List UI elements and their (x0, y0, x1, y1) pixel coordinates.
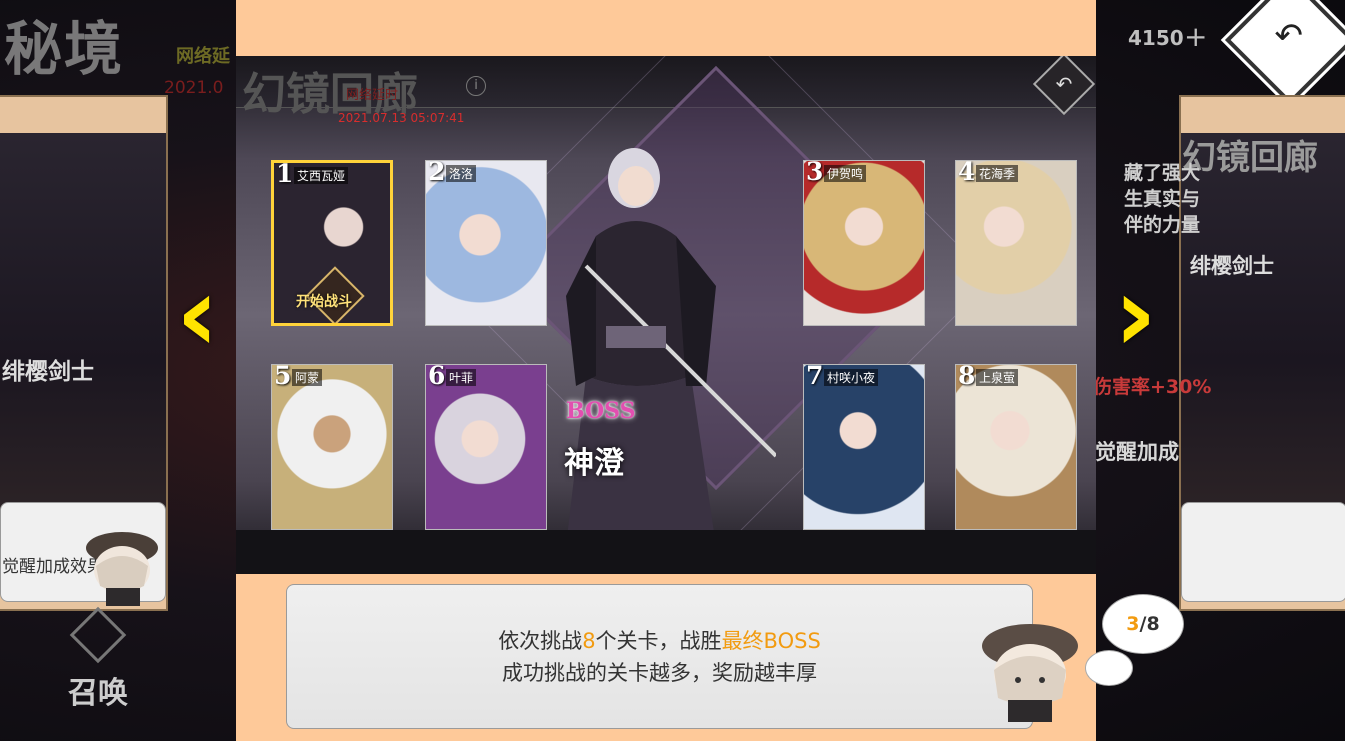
stage-card-7: 7 村咲小夜 (803, 364, 925, 530)
next-mode-character-name: 绯樱剑士 (1190, 254, 1274, 278)
bg-network-label: 网络延 (176, 46, 230, 67)
mascot-guide-icon (982, 624, 1078, 722)
tutorial-line-2: 成功挑战的关卡越多，奖励越丰厚 (502, 661, 817, 685)
stage-card-4: 4 花海季 (955, 160, 1077, 326)
stage-1-number: 1 (276, 160, 294, 188)
stage-card-5: 5 阿蒙 (271, 364, 393, 530)
next-mode-desc-line-1: 藏了强大 (1124, 162, 1201, 184)
page-current: 3 (1126, 613, 1140, 635)
stage-3-name: 伊贺鸣 (824, 165, 867, 182)
info-icon: i (466, 76, 486, 96)
stage-card-6: 6 叶菲 (425, 364, 547, 530)
tutorial-preview-image: 幻镜回廊 网络延时 i ↶ 2021.07.13 05:07:41 BOSS 神… (236, 56, 1096, 574)
next-mode-damage-rate: 伤害率+30% (1093, 376, 1212, 398)
stage-1-name: 艾西瓦娅 (294, 167, 349, 184)
tutorial-final-boss: 最终BOSS (721, 629, 821, 653)
stage-5-name: 阿蒙 (292, 369, 323, 386)
stage-8-number: 8 (958, 364, 976, 390)
boss-character-art (566, 148, 776, 546)
stage-7-name: 村咲小夜 (824, 369, 879, 386)
next-mode-title: 幻镜回廊 (1182, 138, 1318, 178)
stage-card-3: 3 伊贺鸣 (803, 160, 925, 326)
preview-network-label: 网络延时 (346, 88, 399, 103)
page-total: /8 (1139, 613, 1160, 635)
next-mode-desc-line-2: 生真实与 (1124, 188, 1201, 210)
speech-bubble-small (1085, 650, 1133, 686)
stage-card-2: 2 洛洛 (425, 160, 547, 326)
tutorial-line-1: 依次挑战8个关卡，战胜最终BOSS (287, 625, 1032, 655)
add-currency-button[interactable]: + (1184, 20, 1207, 53)
stage-6-number: 6 (428, 364, 446, 390)
preview-date: 2021.07.13 05:07:41 (338, 111, 465, 125)
stage-2-name: 洛洛 (446, 165, 477, 182)
stage-card-8: 8 上泉萤 (955, 364, 1077, 530)
stage-4-number: 4 (958, 160, 976, 186)
next-mode-bottom-button (1181, 502, 1345, 602)
tutorial-line-1-part-a: 依次挑战 (498, 629, 583, 653)
page-counter-bubble: 3/8 (1102, 594, 1184, 654)
prev-mode-character-name: 绯樱剑士 (2, 359, 94, 385)
summon-button[interactable]: 召唤 (68, 668, 128, 712)
summon-icon (69, 606, 127, 664)
tutorial-stage-count: 8 (582, 629, 596, 653)
stage-8-name: 上泉萤 (976, 369, 1019, 386)
currency-amount: 4150 (1128, 26, 1184, 50)
previous-page-arrow[interactable]: ‹ (176, 262, 219, 366)
next-mode-desc-line-3: 伴的力量 (1124, 214, 1201, 236)
boss-name: 神澄 (564, 446, 624, 481)
bg-title: 秘境 (4, 15, 125, 83)
tutorial-line-1-part-b: 个关卡，战胜 (595, 629, 722, 653)
stage-card-1: 1 艾西瓦娅 开始战斗 (271, 160, 393, 326)
back-button[interactable]: ↶ (1224, 0, 1345, 106)
mascot-left-icon (86, 532, 158, 606)
preview-back-icon: ↶ (1032, 56, 1096, 116)
stage-2-number: 2 (428, 160, 446, 186)
stage-7-number: 7 (806, 364, 824, 390)
prev-mode-art (0, 133, 166, 513)
tutorial-message-box: 依次挑战8个关卡，战胜最终BOSS 成功挑战的关卡越多，奖励越丰厚 (286, 584, 1033, 729)
game-screen: 秘境 网络延 2021.0 4150 + ↶ 绯樱剑士 觉醒加成效果 幻镜回廊 … (0, 0, 1345, 741)
preview-bottom-bar (236, 530, 1096, 574)
next-page-arrow[interactable]: › (1114, 262, 1157, 366)
stage-3-number: 3 (806, 160, 824, 186)
bg-date: 2021.0 (164, 78, 224, 98)
stage-6-name: 叶菲 (446, 369, 477, 386)
next-mode-art (1181, 133, 1345, 513)
next-mode-bonus-label: 觉醒加成 (1095, 440, 1179, 464)
stage-5-number: 5 (274, 364, 292, 390)
boss-tag: BOSS (566, 398, 636, 424)
start-battle-label: 开始战斗 (296, 294, 352, 310)
stage-4-name: 花海季 (976, 165, 1019, 182)
back-arrow-icon: ↶ (1274, 15, 1304, 56)
